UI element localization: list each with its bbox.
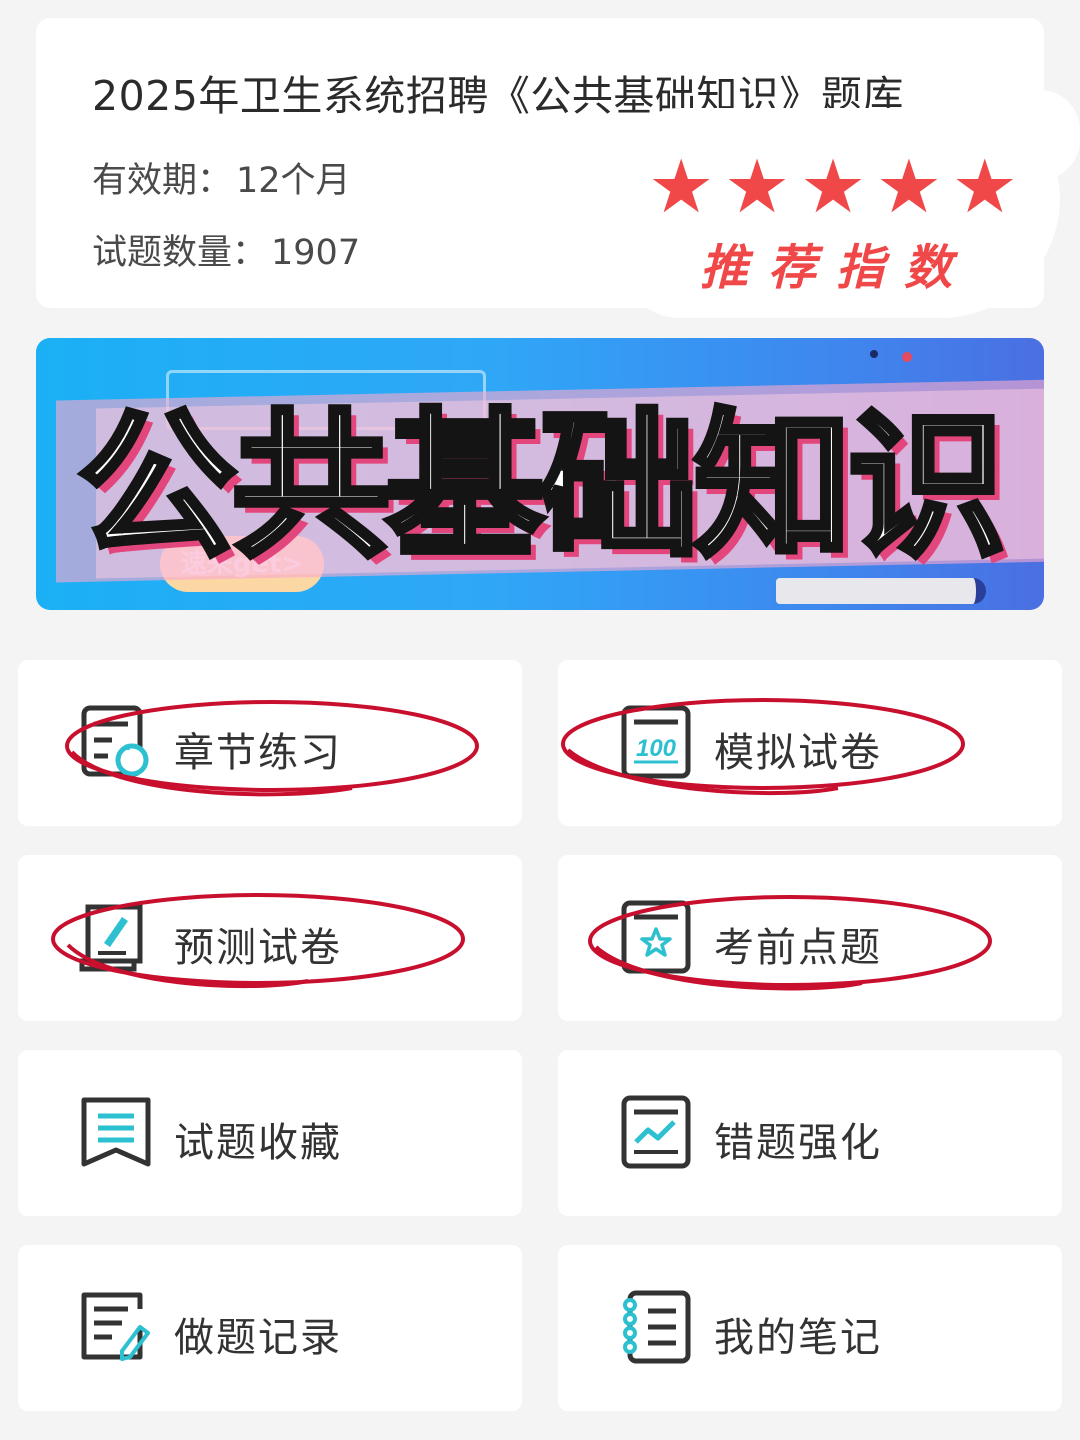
menu-forecast-paper[interactable]: 预测试卷 xyxy=(18,855,522,1021)
forecast-paper-icon xyxy=(79,904,143,972)
menu-wrong-questions[interactable]: 错题强化 xyxy=(558,1050,1062,1216)
question-count-value: 1907 xyxy=(271,233,361,273)
menu-key-points[interactable]: 考前点题 xyxy=(558,855,1062,1021)
banner-headline: 公共基础知识 xyxy=(75,392,1009,582)
banner-dot xyxy=(870,350,878,358)
bookmark-icon xyxy=(81,1097,151,1167)
record-edit-icon xyxy=(81,1292,150,1361)
menu-label: 考前点题 xyxy=(714,925,882,971)
star-icon: ★ xyxy=(875,144,943,230)
question-count-row: 试题数量： 1907 xyxy=(92,224,360,275)
menu-practice-records[interactable]: 做题记录 xyxy=(18,1245,522,1411)
mock-exam-100-icon: 100 xyxy=(621,705,691,779)
menu-label: 模拟试卷 xyxy=(714,730,882,776)
chapter-practice-icon xyxy=(81,705,149,777)
menu-my-notes[interactable]: 我的笔记 xyxy=(558,1245,1062,1411)
menu-label: 错题强化 xyxy=(714,1120,882,1166)
question-count-label: 试题数量： xyxy=(92,233,268,273)
menu-mock-exam[interactable]: 100 模拟试卷 xyxy=(558,660,1062,826)
star-icon: ★ xyxy=(951,144,1018,230)
star-icon: ★ xyxy=(799,144,867,230)
menu-label: 试题收藏 xyxy=(174,1120,342,1166)
svg-text:100: 100 xyxy=(636,735,677,762)
validity-label: 有效期： xyxy=(92,161,233,201)
validity-row: 有效期： 12个月 xyxy=(92,152,351,203)
star-icon: ★ xyxy=(648,144,715,230)
menu-label: 我的笔记 xyxy=(714,1315,882,1361)
rating-stars: ★ ★ ★ ★ ★ xyxy=(648,150,1018,224)
rating-label: 推荐指数 xyxy=(700,240,973,296)
menu-bookmarks[interactable]: 试题收藏 xyxy=(18,1050,522,1216)
key-points-star-icon xyxy=(621,900,691,974)
menu-label: 章节练习 xyxy=(174,730,342,776)
wrong-question-chart-icon xyxy=(621,1095,691,1169)
validity-value: 12个月 xyxy=(236,161,351,201)
menu-chapter-practice[interactable]: 章节练习 xyxy=(18,660,522,826)
star-icon: ★ xyxy=(723,144,791,230)
menu-label: 预测试卷 xyxy=(174,925,342,971)
notebook-icon xyxy=(623,1290,691,1364)
promo-banner[interactable]: 速来get> 公共基础知识 xyxy=(36,338,1044,610)
menu-label: 做题记录 xyxy=(174,1315,342,1361)
